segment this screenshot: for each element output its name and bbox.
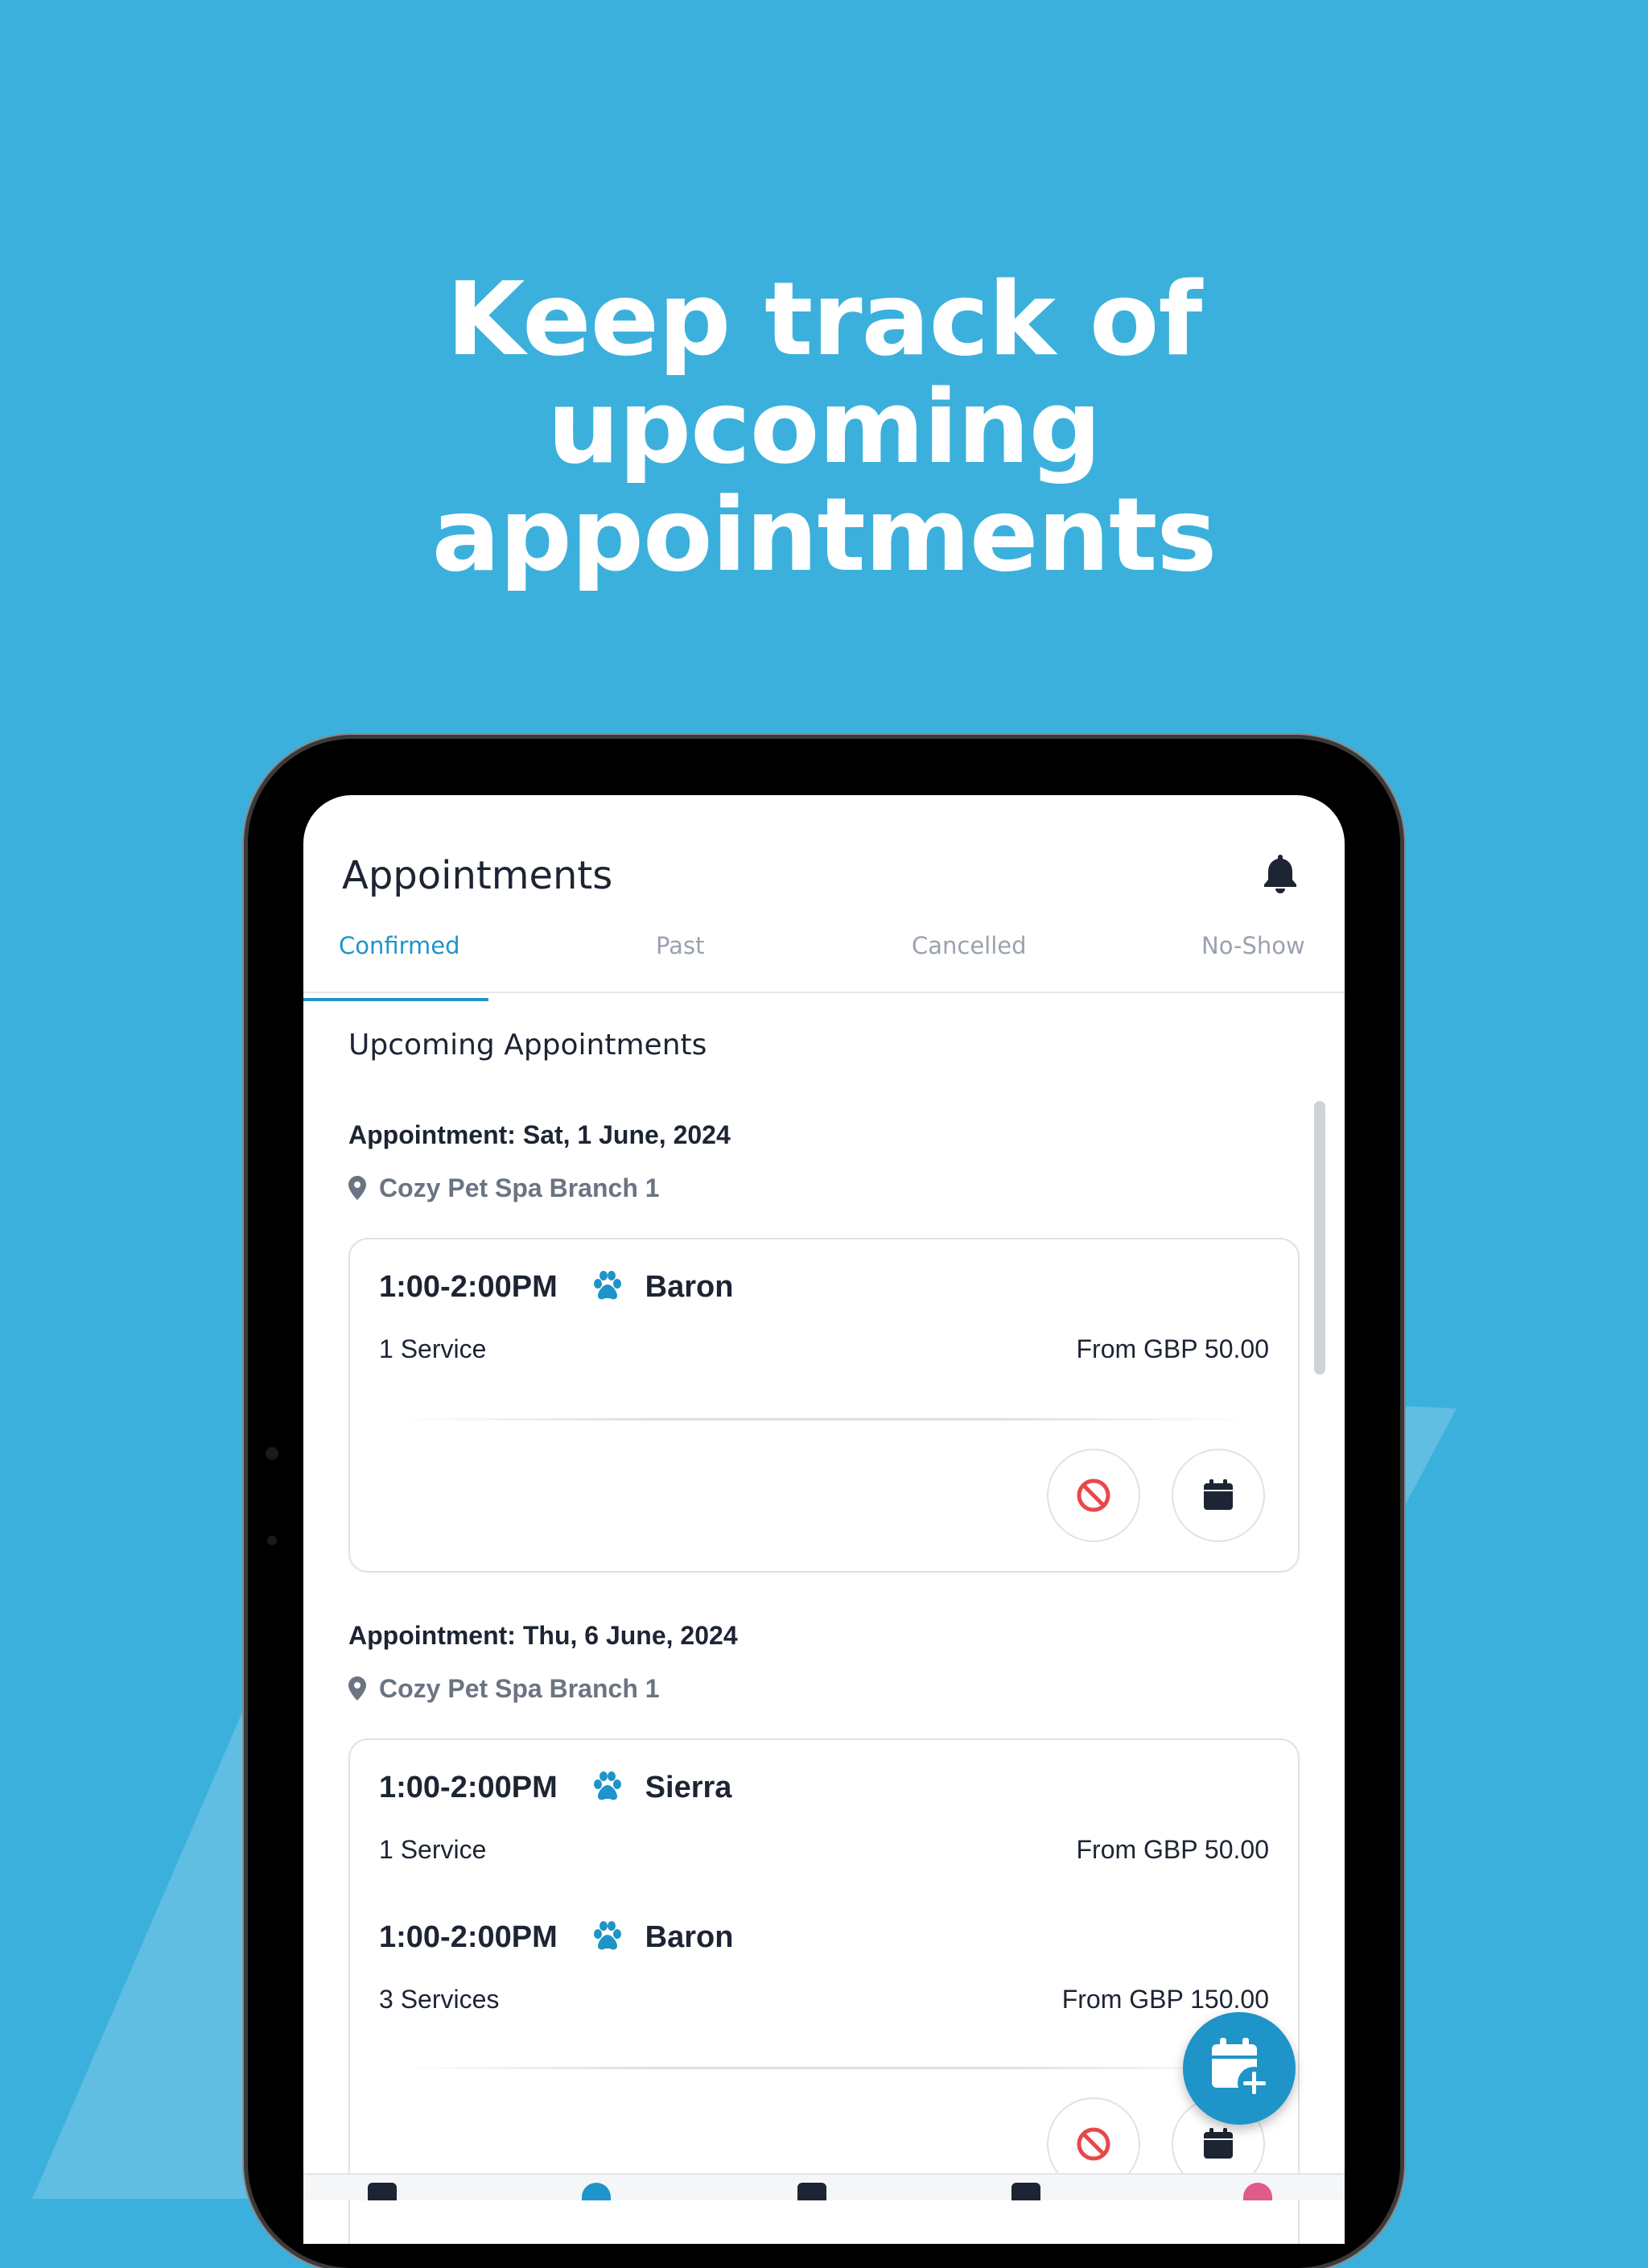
service-count: 1 Service — [379, 1334, 487, 1363]
appointment-card[interactable]: 1:00-2:00PM Baron 1 Service From GBP 50.… — [348, 1238, 1300, 1573]
location-label: Cozy Pet Spa Branch 1 — [379, 1674, 660, 1703]
nav-calendar-icon[interactable] — [368, 2183, 397, 2200]
page-title: Appointments — [342, 853, 613, 898]
pet-name: Sierra — [645, 1771, 732, 1804]
active-tab-indicator — [303, 998, 488, 1001]
reschedule-button[interactable] — [1172, 1449, 1265, 1542]
add-appointment-button[interactable] — [1183, 2012, 1296, 2125]
device-sensor — [266, 1447, 278, 1460]
service-count: 1 Service — [379, 1835, 487, 1864]
calendar-icon — [1204, 1479, 1233, 1510]
appointment-time: 1:00-2:00PM — [379, 1771, 558, 1804]
headline-line-2: upcoming — [547, 368, 1102, 486]
tab-no-show[interactable]: No-Show — [1201, 932, 1305, 959]
appointment-time: 1:00-2:00PM — [379, 1270, 558, 1304]
headline: Keep track of upcoming appointments — [0, 266, 1648, 589]
section-title: Upcoming Appointments — [348, 1029, 707, 1062]
appointment-card[interactable]: 1:00-2:00PM Sierra 1 Service From GBP 50… — [348, 1738, 1300, 2244]
status-tabs: Confirmed Past Cancelled No-Show — [303, 932, 1345, 993]
pet-row: 1:00-2:00PM Sierra — [379, 1771, 731, 1811]
headline-line-3: appointments — [431, 476, 1217, 594]
appointment-location: Cozy Pet Spa Branch 1 — [348, 1674, 660, 1704]
nav-home-icon[interactable] — [582, 2183, 611, 2200]
calendar-plus-icon — [1212, 2038, 1270, 2099]
pet-name: Baron — [645, 1270, 734, 1304]
device-camera — [267, 1536, 277, 1545]
divider — [398, 1418, 1251, 1421]
paw-icon — [591, 1921, 624, 1956]
headline-line-1: Keep track of — [446, 260, 1203, 378]
appointment-date: Appointment: Sat, 1 June, 2024 — [348, 1120, 731, 1149]
map-pin-icon — [348, 1674, 379, 1703]
bottom-navigation — [303, 2173, 1345, 2200]
tab-cancelled[interactable]: Cancelled — [912, 932, 1027, 959]
tab-past[interactable]: Past — [656, 932, 704, 959]
appointment-location: Cozy Pet Spa Branch 1 — [348, 1173, 660, 1203]
appointment-date: Appointment: Thu, 6 June, 2024 — [348, 1621, 738, 1650]
bell-icon[interactable] — [1261, 852, 1300, 893]
pet-name: Baron — [645, 1920, 734, 1954]
app-screen: Appointments Confirmed Past Cancelled No… — [303, 795, 1345, 2244]
paw-icon — [591, 1771, 624, 1806]
appointment-time: 1:00-2:00PM — [379, 1920, 558, 1954]
ban-icon — [1077, 2127, 1110, 2161]
paw-icon — [591, 1271, 624, 1305]
tab-confirmed[interactable]: Confirmed — [339, 932, 460, 959]
service-price: From GBP 50.00 — [1076, 1334, 1269, 1363]
nav-inbox-icon[interactable] — [797, 2183, 826, 2200]
divider — [398, 2067, 1251, 2069]
cancel-appointment-button[interactable] — [1047, 1449, 1140, 1542]
nav-profile-avatar[interactable] — [1243, 2183, 1272, 2200]
map-pin-icon — [348, 1173, 379, 1202]
scrollbar[interactable] — [1314, 1101, 1325, 1375]
ban-icon — [1077, 1478, 1110, 1512]
location-label: Cozy Pet Spa Branch 1 — [379, 1173, 660, 1202]
calendar-icon — [1204, 2128, 1233, 2159]
nav-document-icon[interactable] — [1011, 2183, 1040, 2200]
pet-row: 1:00-2:00PM Baron — [379, 1920, 733, 1961]
service-price: From GBP 50.00 — [1076, 1835, 1269, 1864]
service-price: From GBP 150.00 — [1061, 1985, 1269, 2014]
service-count: 3 Services — [379, 1985, 500, 2014]
pet-row: 1:00-2:00PM Baron — [379, 1270, 733, 1310]
